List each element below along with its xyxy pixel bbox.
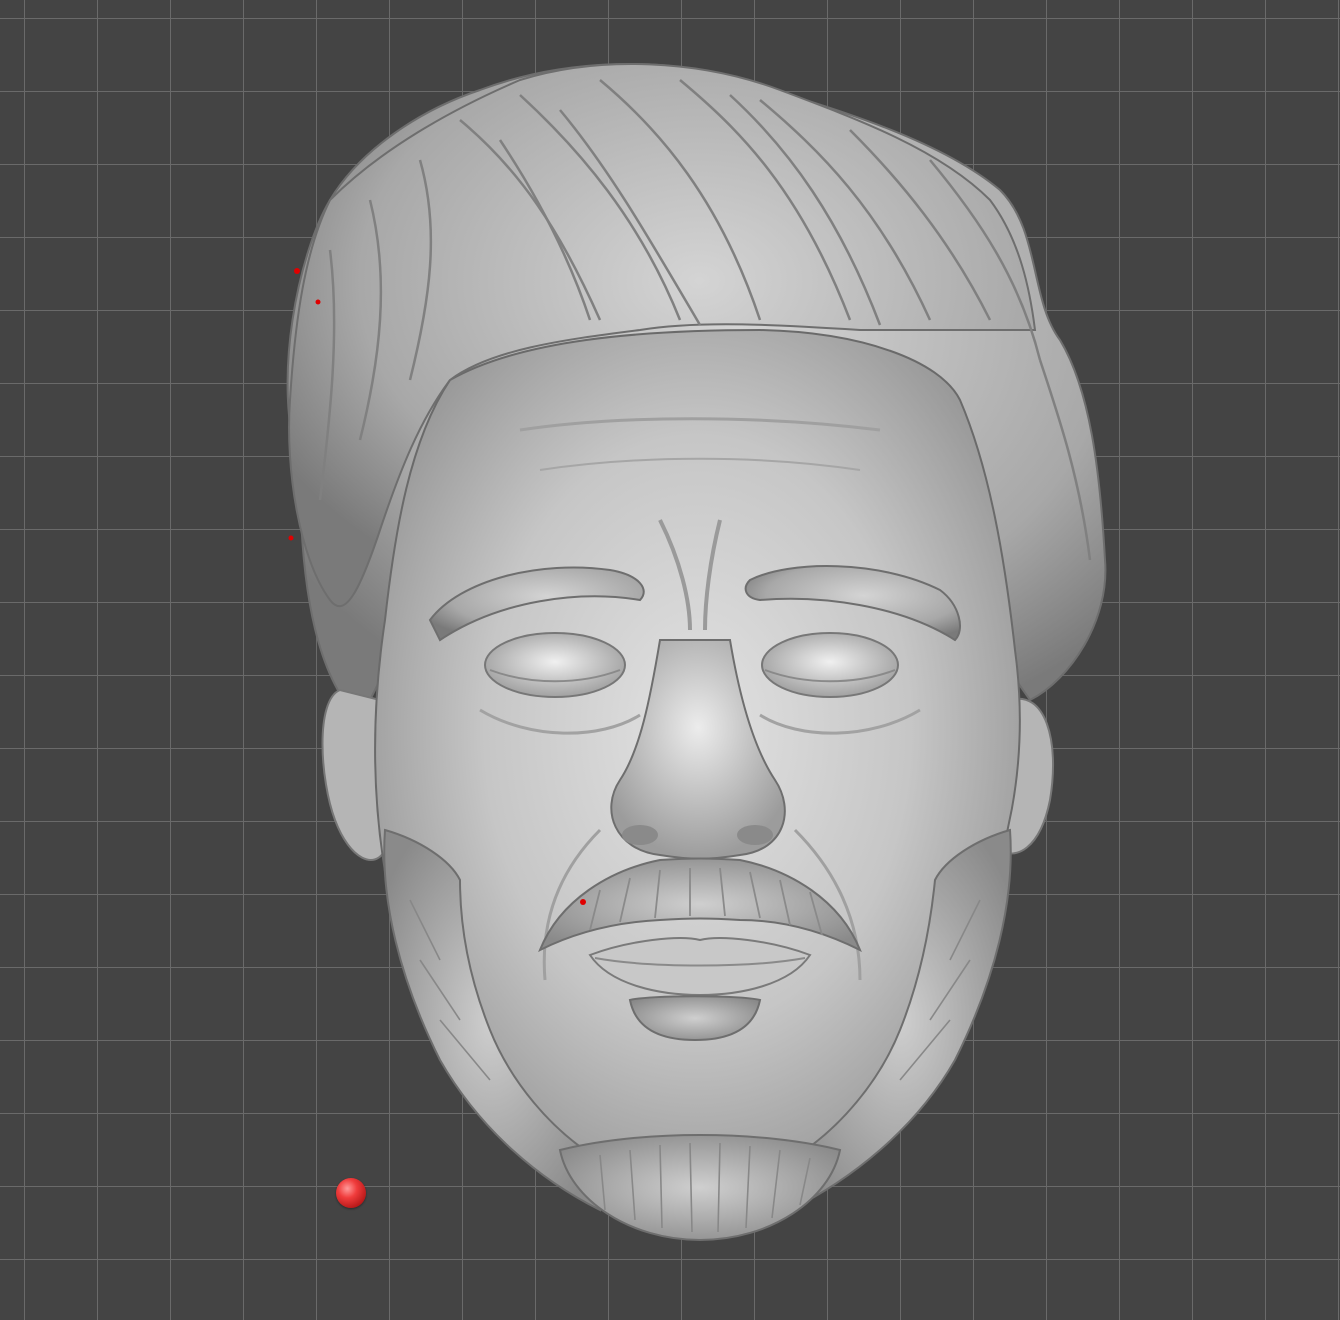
error-point	[580, 899, 586, 905]
error-point	[315, 299, 321, 305]
head-model[interactable]	[0, 0, 1340, 1320]
right-eyelid	[761, 632, 899, 698]
3d-viewport[interactable]	[0, 0, 1340, 1320]
left-eyelid	[484, 632, 626, 698]
beard-chin	[558, 1133, 842, 1242]
error-point	[294, 268, 300, 274]
error-point	[288, 535, 294, 541]
light-handle[interactable]	[336, 1178, 366, 1208]
